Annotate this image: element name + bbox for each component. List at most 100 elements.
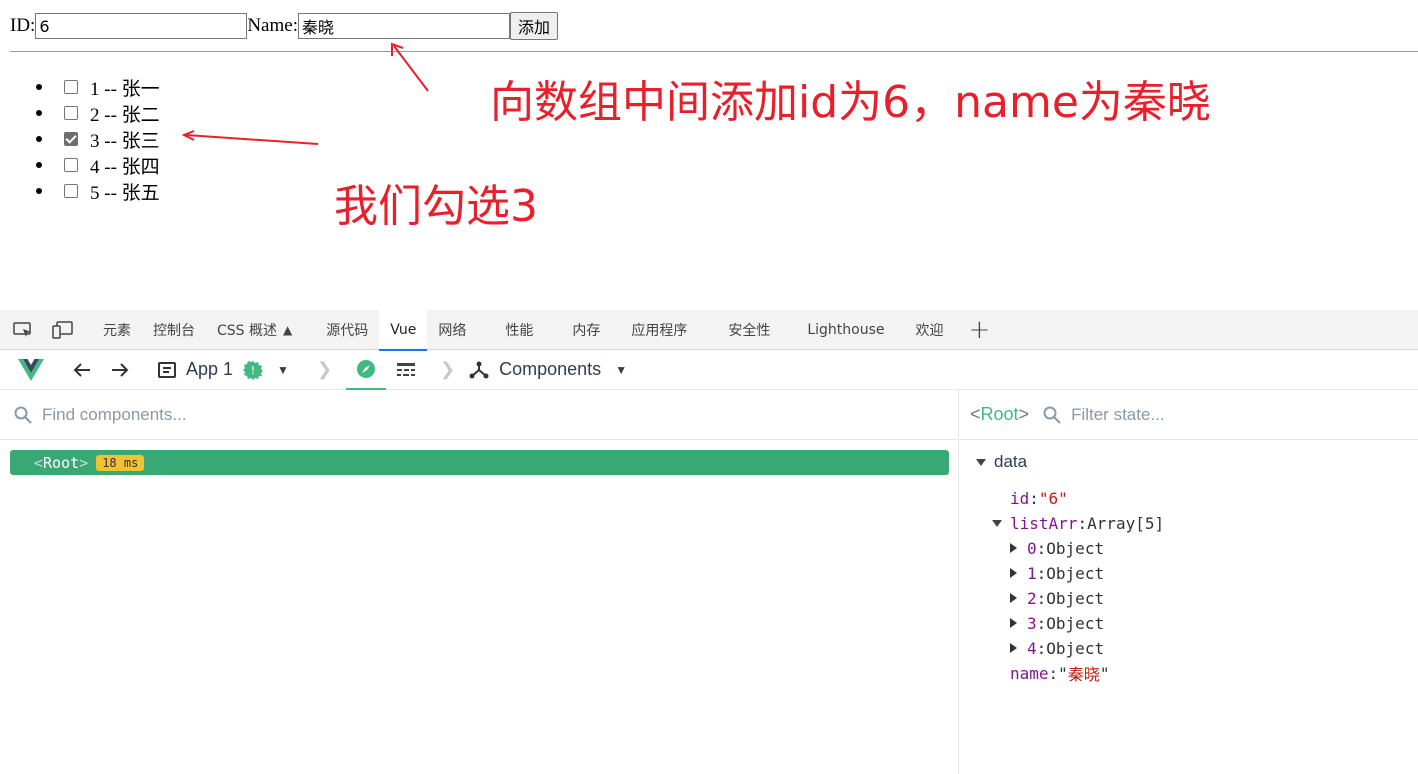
root-component-row[interactable]: < Root > 18 ms [10,450,949,475]
state-row-array-item[interactable]: 2: Object [1010,586,1104,610]
device-toolbar-icon[interactable] [52,319,74,341]
item-checkbox[interactable] [64,106,78,120]
find-components-placeholder: Find components... [42,404,187,424]
item-checkbox[interactable] [64,158,78,172]
item-checkbox[interactable] [64,80,78,94]
add-button[interactable]: 添加 [509,12,558,40]
filter-state-placeholder: Filter state... [1071,404,1165,424]
component-tree-pane: Find components... < Root > 18 ms [0,390,959,774]
find-components-bar[interactable]: Find components... [0,390,958,440]
component-tree-icon [469,361,489,378]
list-item: 2 -- 张二 [36,100,160,126]
list-item: 1 -- 张一 [36,74,160,100]
filter-state-bar[interactable]: Filter state... [1043,405,1165,425]
annotation-insert-note: 向数组中间添加id为6，name为秦晓 [490,77,1211,128]
list-item: 3 -- 张三 [36,126,160,152]
tab-sources[interactable]: 源代码 [315,310,379,350]
tab-vue[interactable]: Vue [379,309,428,351]
tab-performance[interactable]: 性能 [494,310,561,350]
name-label: Name: [247,15,298,36]
inspect-element-icon[interactable] [12,319,34,341]
arrow-to-item-3 [181,130,319,145]
tab-memory[interactable]: 内存 [561,310,620,350]
item-checkbox-checked[interactable] [64,132,78,146]
annotation-check-note: 我们勾选3 [334,181,538,232]
state-row-id[interactable]: id: "6" [1010,486,1068,510]
root-open-bracket: < [34,453,44,472]
vue-logo-icon [18,358,44,381]
search-icon [14,406,32,424]
add-tab-button[interactable]: + [969,315,991,345]
collapsed-triangle-icon [1010,618,1017,628]
components-selector[interactable]: Components ▼ [469,359,627,380]
bullet [36,84,42,90]
back-arrow-icon[interactable] [72,360,92,380]
id-input[interactable] [35,13,248,39]
vue-toolbar: App 1 ! ▼ ❯ ❯ Components ▼ [0,350,1418,390]
item-text: 2 -- 张二 [90,104,160,126]
collapsed-triangle-icon [1010,593,1017,603]
components-compass-icon[interactable] [346,350,387,390]
components-label: Components [499,359,602,379]
render-time-badge: 18 ms [96,454,145,471]
bullet [36,162,42,168]
root-close-bracket: > [79,453,89,472]
page-content: ID: Name: 添加 1 -- 张一 2 -- 张二 3 -- 张三 4 -… [0,0,1418,310]
state-row-array-item[interactable]: 4: Object [1010,636,1104,660]
collapsed-triangle-icon [1010,568,1017,578]
timeline-icon[interactable] [386,350,426,390]
item-text: 4 -- 张四 [90,156,160,178]
list-item: 4 -- 张四 [36,152,160,178]
name-input[interactable] [297,13,510,39]
breadcrumb-separator: ❯ [440,359,456,379]
state-row-array-item[interactable]: 1: Object [1010,561,1104,585]
root-component-name: Root [43,453,80,472]
chevron-down-icon: ▼ [615,362,628,377]
app-selector[interactable]: App 1 ! ▼ [158,359,289,380]
breadcrumb-separator: ❯ [316,359,333,379]
bullet [36,188,42,194]
app-window-icon [158,361,176,378]
flask-icon: ▲ [283,322,293,337]
expand-triangle-icon [992,519,1002,527]
item-text: 1 -- 张一 [90,78,160,100]
devtools-panel: 元素 控制台 CSS 概述 ▲ 源代码 Vue 网络 性能 内存 应用程序 安全性… [0,309,1418,774]
settings-badge-icon: ! [243,360,264,380]
tab-lighthouse[interactable]: Lighthouse [796,310,904,350]
tab-application[interactable]: 应用程序 [620,310,717,350]
chevron-down-icon: ▼ [277,362,289,377]
state-row-name[interactable]: name: " 秦晓 " [1010,661,1109,685]
bullet [36,136,42,142]
devtools-tabbar: 元素 控制台 CSS 概述 ▲ 源代码 Vue 网络 性能 内存 应用程序 安全性… [0,309,1418,351]
state-row-listarr[interactable]: listArr: Array[5] [992,511,1164,535]
item-text: 5 -- 张五 [90,182,160,204]
data-section-label: data [994,452,1028,471]
state-row-array-item[interactable]: 0: Object [1010,536,1104,560]
tab-elements[interactable]: 元素 [92,310,142,350]
expand-triangle-icon [976,458,986,466]
tab-css-overview-label: CSS 概述 [217,322,277,339]
collapsed-triangle-icon [1010,543,1017,553]
id-label: ID: [10,15,36,36]
state-row-array-item[interactable]: 3: Object [1010,611,1104,635]
forward-arrow-icon[interactable] [110,360,130,380]
state-inspector-pane: <Root> Filter state... data id: "6" list… [960,390,1418,774]
tab-network[interactable]: 网络 [427,310,494,350]
tab-console[interactable]: 控制台 [142,310,206,350]
list-item: 5 -- 张五 [36,178,160,204]
collapsed-triangle-icon [1010,643,1017,653]
tab-welcome[interactable]: 欢迎 [905,310,955,350]
item-text: 3 -- 张三 [90,130,160,152]
tab-css-overview[interactable]: CSS 概述 ▲ [206,310,303,350]
tab-security[interactable]: 安全性 [717,310,796,350]
app-label: App 1 [186,359,234,379]
bullet [36,110,42,116]
data-section-header[interactable]: data [976,452,1027,472]
item-checkbox[interactable] [64,184,78,198]
state-header: <Root> Filter state... [960,390,1418,440]
selected-component-label: <Root> [970,404,1030,424]
svg-text:!: ! [251,364,255,377]
divider [10,51,1418,52]
item-list: 1 -- 张一 2 -- 张二 3 -- 张三 4 -- 张四 5 -- 张五 [36,74,160,204]
search-icon [1043,406,1061,424]
